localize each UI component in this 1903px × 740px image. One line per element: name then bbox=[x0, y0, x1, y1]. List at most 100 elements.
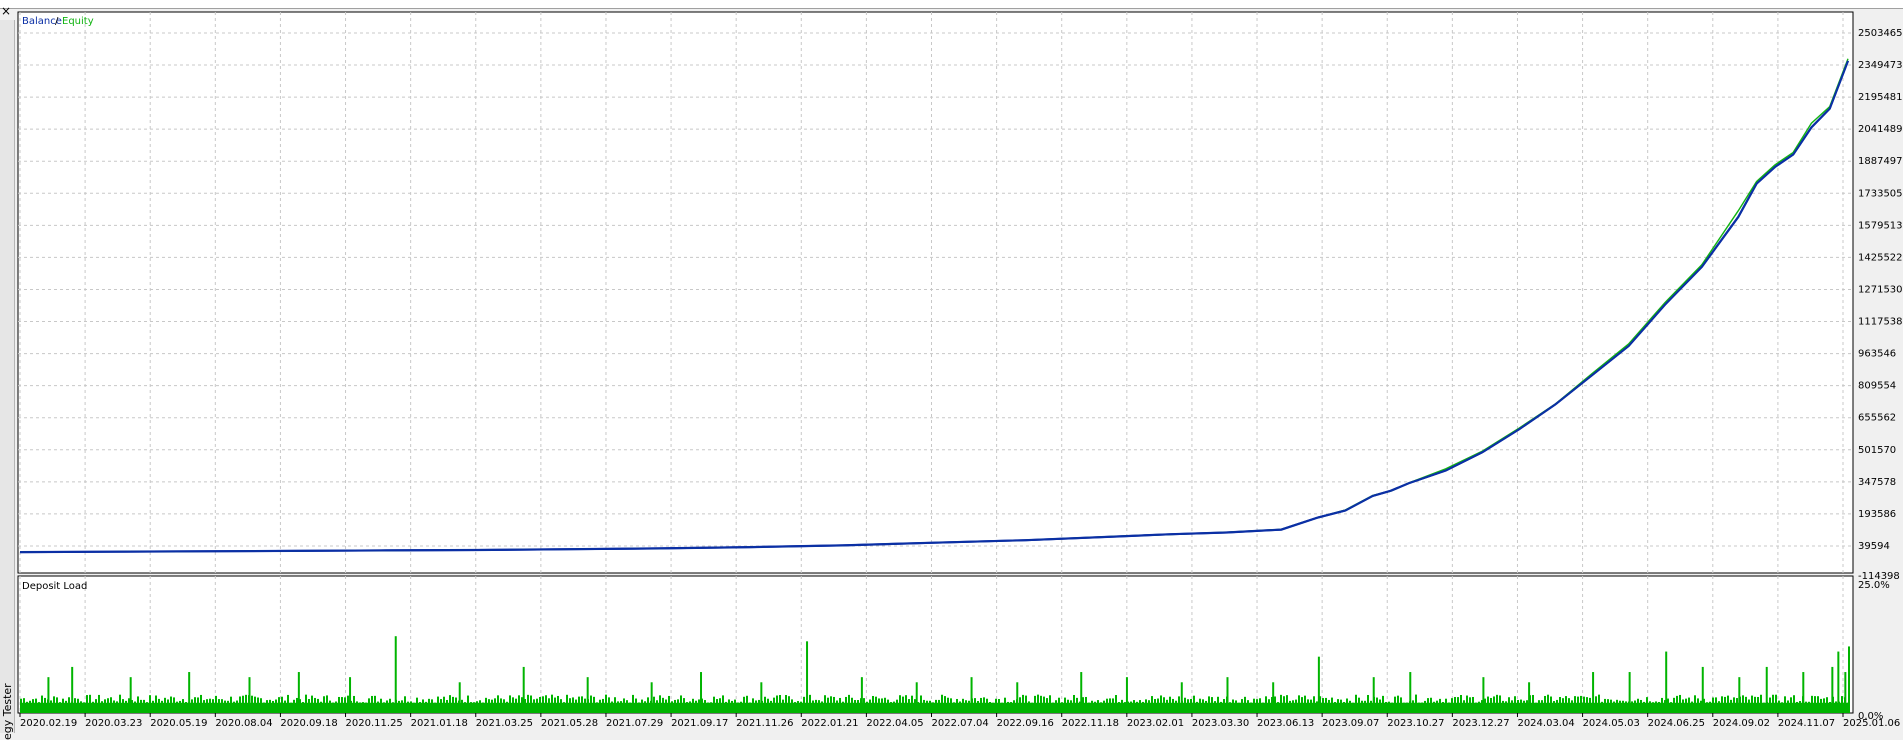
deposit-bar bbox=[1367, 694, 1369, 713]
deposit-bar bbox=[1640, 699, 1642, 713]
y-tick-label: 1117538 bbox=[1858, 317, 1903, 328]
deposit-spike-bar bbox=[806, 641, 809, 713]
deposit-bar bbox=[914, 699, 916, 713]
deposit-bar bbox=[77, 698, 79, 713]
deposit-bar bbox=[1580, 695, 1582, 713]
deposit-bar bbox=[872, 695, 874, 713]
deposit-bar bbox=[1172, 698, 1174, 713]
deposit-bar bbox=[1361, 700, 1363, 713]
deposit-bar bbox=[1040, 695, 1042, 713]
deposit-bar bbox=[950, 698, 952, 713]
deposit-bar bbox=[119, 694, 121, 713]
deposit-bar bbox=[161, 700, 163, 713]
deposit-bar bbox=[1811, 695, 1813, 713]
deposit-bar bbox=[635, 698, 637, 713]
deposit-bar bbox=[854, 700, 856, 713]
deposit-bar bbox=[164, 697, 166, 713]
deposit-bar bbox=[662, 697, 664, 713]
deposit-bar bbox=[422, 699, 424, 713]
deposit-bar bbox=[1028, 701, 1030, 713]
deposit-bar bbox=[1205, 700, 1207, 713]
deposit-bar bbox=[1085, 696, 1087, 713]
deposit-bar bbox=[1064, 697, 1066, 713]
deposit-bar bbox=[173, 697, 175, 713]
deposit-bar bbox=[716, 699, 718, 713]
deposit-load-frame bbox=[17, 575, 1854, 714]
deposit-bar bbox=[266, 700, 268, 713]
deposit-bar bbox=[1493, 696, 1495, 713]
deposit-bar bbox=[821, 701, 823, 713]
deposit-bar bbox=[542, 696, 544, 713]
deposit-bar bbox=[260, 698, 262, 713]
deposit-bar bbox=[530, 695, 532, 713]
deposit-bar bbox=[605, 694, 607, 713]
deposit-bar bbox=[773, 697, 775, 713]
deposit-bar bbox=[1793, 695, 1795, 713]
deposit-bar bbox=[290, 702, 292, 713]
deposit-bar bbox=[668, 695, 670, 713]
deposit-bar bbox=[1577, 696, 1579, 713]
deposit-bar bbox=[1613, 701, 1615, 713]
deposit-bar bbox=[1679, 694, 1681, 713]
deposit-bar bbox=[1667, 698, 1669, 713]
deposit-bar bbox=[752, 698, 754, 713]
deposit-bar bbox=[692, 698, 694, 713]
deposit-spike-bar bbox=[915, 682, 918, 713]
deposit-bar bbox=[1499, 695, 1501, 713]
y-tick-label: 655562 bbox=[1858, 413, 1896, 424]
deposit-bar bbox=[1370, 700, 1372, 713]
deposit-bar bbox=[1331, 697, 1333, 713]
deposit-bar bbox=[1220, 701, 1222, 713]
deposit-bar bbox=[1784, 696, 1786, 713]
deposit-bar bbox=[1442, 702, 1444, 713]
deposit-bar bbox=[1160, 695, 1162, 713]
deposit-bar bbox=[1724, 696, 1726, 713]
y-tick-label: 809554 bbox=[1858, 381, 1896, 392]
deposit-bar bbox=[1682, 699, 1684, 713]
deposit-bar bbox=[614, 697, 616, 713]
deposit-bar bbox=[680, 695, 682, 713]
deposit-spike-bar bbox=[1125, 677, 1128, 713]
deposit-bar bbox=[1334, 702, 1336, 713]
deposit-bar bbox=[1298, 695, 1300, 713]
deposit-bar bbox=[1574, 696, 1576, 713]
y-tick-label: 1887497 bbox=[1858, 156, 1903, 167]
deposit-bar bbox=[1670, 702, 1672, 713]
deposit-bar bbox=[1616, 699, 1618, 713]
deposit-bar bbox=[341, 697, 343, 713]
deposit-bar bbox=[1352, 702, 1354, 713]
deposit-bar bbox=[851, 697, 853, 713]
y-tick-label: 501570 bbox=[1858, 445, 1896, 456]
x-tick-label: 2023.10.27 bbox=[1387, 718, 1444, 729]
deposit-bar bbox=[1073, 694, 1075, 713]
deposit-bar bbox=[770, 700, 772, 713]
deposit-bar bbox=[551, 694, 553, 713]
deposit-bar bbox=[1031, 702, 1033, 713]
deposit-bar bbox=[152, 700, 154, 713]
deposit-bar bbox=[980, 697, 982, 713]
y-tick-label: 2041489 bbox=[1858, 124, 1903, 135]
deposit-spike-bar bbox=[349, 677, 352, 713]
deposit-bar bbox=[1070, 700, 1072, 713]
deposit-bar bbox=[1550, 696, 1552, 713]
deposit-bar bbox=[845, 696, 847, 713]
deposit-bar bbox=[1748, 699, 1750, 713]
deposit-bar bbox=[776, 695, 778, 713]
deposit-bar bbox=[371, 695, 373, 713]
deposit-spike-bar bbox=[1592, 672, 1595, 713]
deposit-bar bbox=[833, 696, 835, 713]
deposit-bar bbox=[1247, 700, 1249, 713]
deposit-bar bbox=[674, 699, 676, 713]
deposit-bar bbox=[767, 698, 769, 713]
deposit-bar bbox=[1829, 701, 1831, 713]
deposit-bar bbox=[1658, 701, 1660, 713]
deposit-bar bbox=[1256, 699, 1258, 713]
deposit-bar bbox=[1562, 698, 1564, 713]
deposit-bar bbox=[1547, 694, 1549, 713]
deposit-bar bbox=[707, 702, 709, 713]
deposit-bar bbox=[536, 698, 538, 713]
deposit-bar bbox=[743, 696, 745, 713]
deposit-bar bbox=[935, 699, 937, 713]
deposit-bar bbox=[107, 698, 109, 713]
deposit-spike-bar bbox=[970, 677, 973, 713]
